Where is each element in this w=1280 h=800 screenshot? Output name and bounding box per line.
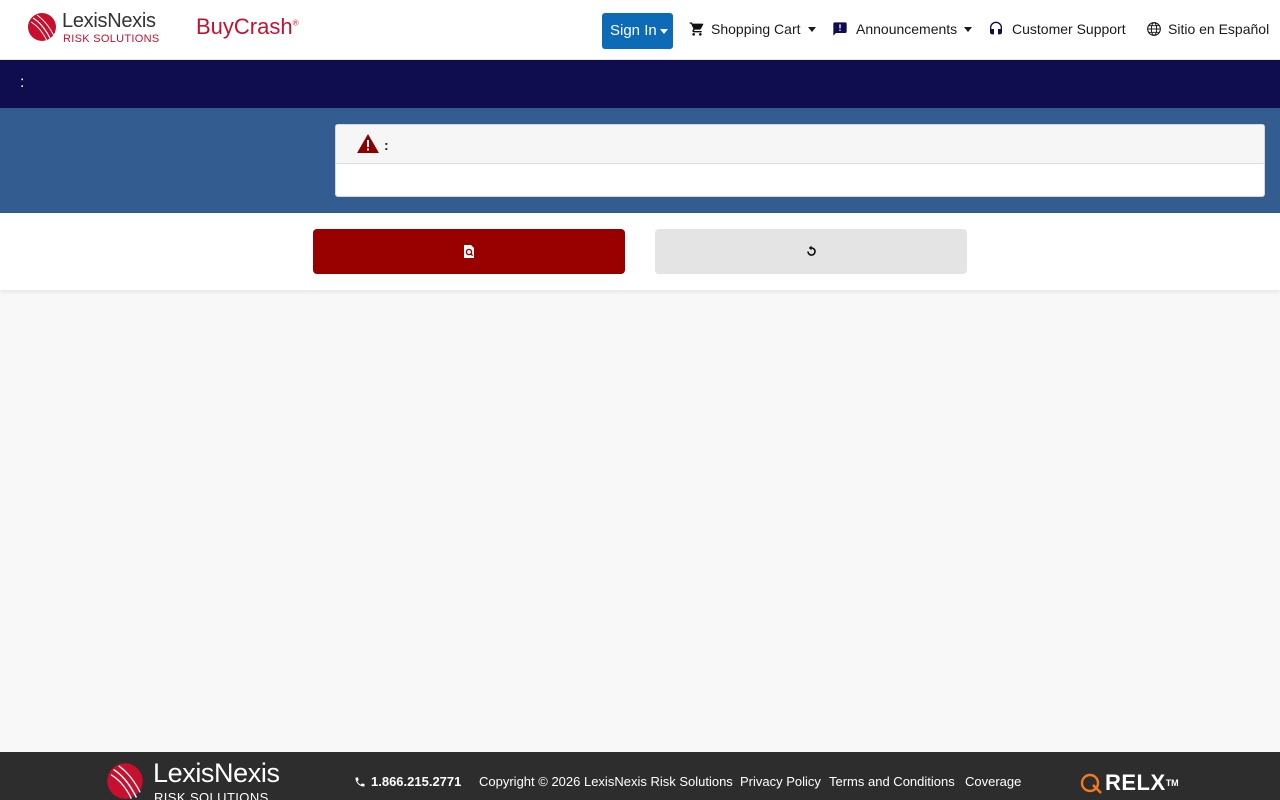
globe-icon: [1147, 22, 1161, 36]
sign-in-label: Sign In: [610, 22, 657, 39]
headset-icon: [990, 21, 1002, 35]
page-title-band: :: [0, 60, 1280, 108]
footer-phone[interactable]: 1.866.215.2771: [354, 774, 461, 789]
brand-subtitle: RISK SOLUTIONS: [63, 33, 160, 45]
footer-privacy-link[interactable]: Privacy Policy: [740, 774, 821, 789]
page-title: :: [20, 74, 25, 91]
sign-in-button[interactable]: Sign In: [602, 13, 673, 49]
nav-shopping-cart[interactable]: Shopping Cart: [689, 18, 816, 40]
brand-name: LexisNexis: [62, 10, 156, 32]
alert-title: :: [384, 137, 389, 153]
footer-terms-link[interactable]: Terms and Conditions: [829, 774, 955, 789]
footer-brand-subtitle: RISK SOLUTIONS: [154, 790, 269, 800]
warning-triangle-icon: [357, 134, 379, 153]
alert-card: :: [335, 124, 1265, 197]
product-name-text: BuyCrash: [196, 14, 293, 39]
lexisnexis-logo[interactable]: LexisNexis RISK SOLUTIONS: [27, 10, 172, 47]
refresh-icon: [807, 245, 816, 256]
shopping-cart-icon: [689, 22, 704, 36]
footer-lexisnexis-logo[interactable]: LexisNexis RISK SOLUTIONS: [106, 758, 306, 800]
relx-wordmark: RELX: [1105, 770, 1166, 795]
site-footer: LexisNexis RISK SOLUTIONS 1.866.215.2771…: [0, 752, 1280, 800]
footer-coverage-link[interactable]: Coverage: [965, 774, 1021, 789]
product-name[interactable]: BuyCrash®: [196, 14, 299, 40]
reset-button[interactable]: [655, 229, 967, 274]
document-search-icon: [464, 245, 474, 258]
announcements-label: Announcements: [856, 21, 958, 37]
lexisnexis-globe-icon: [107, 763, 143, 799]
relx-mark-icon: [1080, 773, 1102, 794]
customer-support-label: Customer Support: [1012, 21, 1126, 37]
phone-icon: [355, 777, 365, 786]
action-bar: [0, 213, 1280, 290]
relx-logo[interactable]: RELX TM: [1079, 770, 1179, 796]
spanish-site-label: Sitio en Español: [1168, 21, 1270, 37]
announcement-icon: [833, 22, 847, 36]
shopping-cart-label: Shopping Cart: [711, 21, 801, 37]
footer-brand-name: LexisNexis: [153, 758, 280, 788]
nav-announcements[interactable]: Announcements: [832, 18, 973, 40]
top-navbar: LexisNexis RISK SOLUTIONS BuyCrash® Sign…: [0, 0, 1280, 60]
chevron-down-icon: [659, 28, 668, 34]
nav-spanish-site[interactable]: Sitio en Español: [1146, 18, 1269, 40]
nav-customer-support[interactable]: Customer Support: [988, 18, 1126, 40]
lexisnexis-globe-icon: [28, 13, 56, 42]
footer-copyright: Copyright © 2026 LexisNexis Risk Solutio…: [479, 774, 733, 789]
footer-phone-number: 1.866.215.2771: [371, 774, 462, 789]
search-button[interactable]: [313, 229, 625, 274]
chevron-down-icon: [807, 26, 816, 32]
alert-header: :: [336, 125, 1264, 164]
chevron-down-icon: [964, 26, 973, 32]
